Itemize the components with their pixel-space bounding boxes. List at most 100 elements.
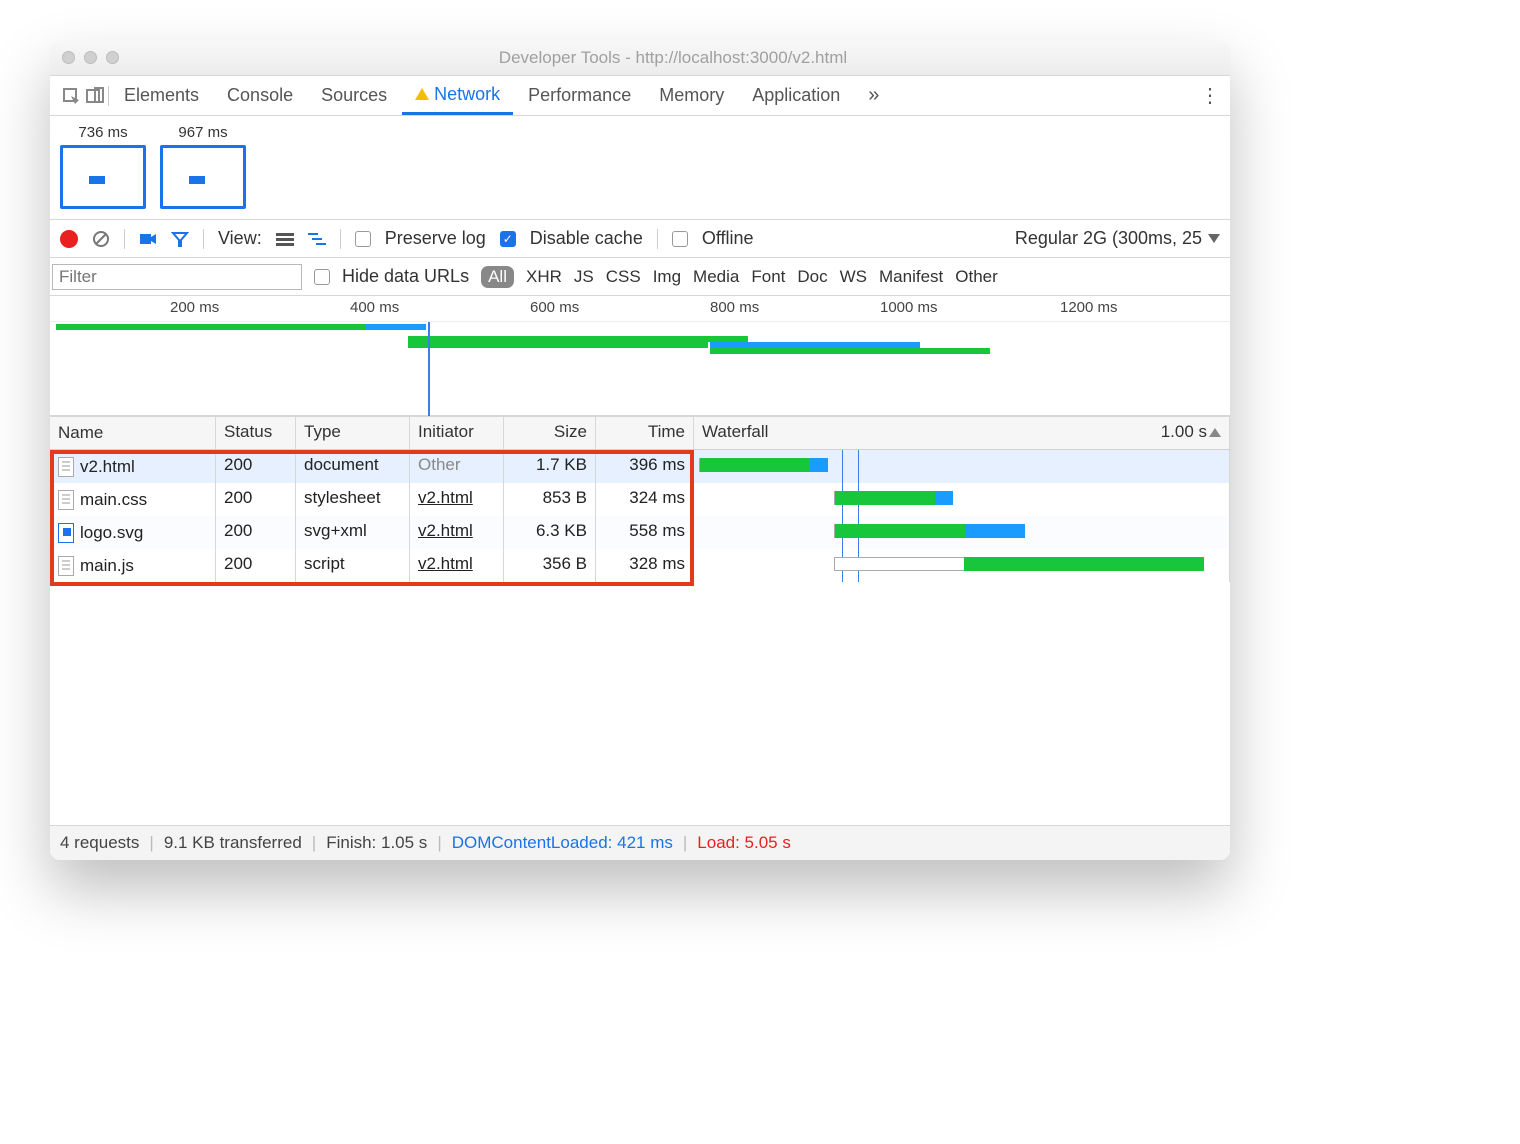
traffic-close[interactable] [62,51,75,64]
devtools-window: Developer Tools - http://localhost:3000/… [50,40,1230,860]
window-title: Developer Tools - http://localhost:3000/… [128,48,1218,68]
col-name[interactable]: Name [50,417,216,449]
col-type[interactable]: Type [296,417,410,449]
filter-bar: Hide data URLs All XHR JS CSS Img Media … [50,258,1230,296]
camera-icon[interactable] [139,230,157,248]
mime-type: script [296,549,410,582]
requests-count: 4 requests [60,833,139,853]
offline-checkbox[interactable] [672,231,688,247]
large-rows-icon[interactable] [276,230,294,248]
status-code: 200 [216,549,296,582]
initiator[interactable]: v2.html [410,483,504,516]
col-waterfall[interactable]: Waterfall 1.00 s [694,417,1230,449]
status-code: 200 [216,450,296,483]
tab-elements[interactable]: Elements [111,76,212,115]
kebab-menu[interactable]: ⋮ [1200,83,1220,108]
titlebar: Developer Tools - http://localhost:3000/… [50,40,1230,76]
chevron-down-icon [1208,234,1220,243]
filter-font[interactable]: Font [751,267,785,287]
filter-doc[interactable]: Doc [797,267,827,287]
traffic-max[interactable] [106,51,119,64]
tab-application[interactable]: Application [739,76,853,115]
throttling-select[interactable]: Regular 2G (300ms, 25 [1015,228,1220,249]
disable-cache-label: Disable cache [530,228,643,249]
tab-sources[interactable]: Sources [308,76,400,115]
finish-time: Finish: 1.05 s [326,833,427,853]
initiator[interactable]: v2.html [410,549,504,582]
filter-xhr[interactable]: XHR [526,267,562,287]
size: 853 B [504,483,596,516]
transferred-size: 9.1 KB transferred [164,833,302,853]
file-icon [58,490,74,510]
waterfall-view-icon[interactable] [308,230,326,248]
view-label: View: [218,228,262,249]
file-icon [58,523,74,543]
network-toolbar: View: Preserve log ✓ Disable cache Offli… [50,220,1230,258]
dcl-time: DOMContentLoaded: 421 ms [452,833,673,853]
col-time[interactable]: Time [596,417,694,449]
status-code: 200 [216,483,296,516]
time: 396 ms [596,450,694,483]
initiator[interactable]: v2.html [410,516,504,549]
tab-network[interactable]: Network [402,76,513,115]
mime-type: svg+xml [296,516,410,549]
panel-tabs: Elements Console Sources Network Perform… [50,76,1230,116]
col-status[interactable]: Status [216,417,296,449]
clear-icon[interactable] [92,230,110,248]
domcontentloaded-marker [428,322,430,416]
filter-ws[interactable]: WS [840,267,867,287]
warning-icon [415,88,429,100]
tab-performance[interactable]: Performance [515,76,644,115]
preserve-log-label: Preserve log [385,228,486,249]
tab-memory[interactable]: Memory [646,76,737,115]
time: 328 ms [596,549,694,582]
filter-img[interactable]: Img [653,267,681,287]
col-size[interactable]: Size [504,417,596,449]
waterfall-cell [694,516,1230,549]
filter-input[interactable] [52,264,302,290]
col-initiator[interactable]: Initiator [410,417,504,449]
waterfall-cell [694,549,1230,582]
waterfall-cell [694,483,1230,516]
file-name: main.css [80,490,147,510]
table-row[interactable]: main.css200stylesheetv2.html853 B324 ms [50,483,1230,516]
status-bar: 4 requests| 9.1 KB transferred| Finish: … [50,826,1230,860]
hide-data-urls-label: Hide data URLs [342,266,469,287]
preserve-log-checkbox[interactable] [355,231,371,247]
timeline-overview[interactable]: 200 ms 400 ms 600 ms 800 ms 1000 ms 1200… [50,296,1230,416]
time: 324 ms [596,483,694,516]
filmstrip-frame[interactable]: 967 ms [160,124,246,209]
table-row[interactable]: logo.svg200svg+xmlv2.html6.3 KB558 ms [50,516,1230,549]
hide-data-urls-checkbox[interactable] [314,269,330,285]
disable-cache-checkbox[interactable]: ✓ [500,231,516,247]
tabs-overflow[interactable]: » [855,76,892,115]
requests-table: v2.html200documentOther1.7 KB396 msmain.… [50,450,1230,826]
filter-icon[interactable] [171,230,189,248]
size: 6.3 KB [504,516,596,549]
filter-css[interactable]: CSS [606,267,641,287]
filter-all[interactable]: All [481,266,514,288]
file-name: main.js [80,556,134,576]
file-name: v2.html [80,457,135,477]
record-button[interactable] [60,230,78,248]
table-row[interactable]: v2.html200documentOther1.7 KB396 ms [50,450,1230,483]
sort-asc-icon [1209,428,1221,437]
traffic-min[interactable] [84,51,97,64]
device-icon[interactable] [84,85,106,107]
file-icon [58,457,74,477]
file-icon [58,556,74,576]
table-row[interactable]: main.js 200scriptv2.html356 B328 ms [50,549,1230,582]
tab-console[interactable]: Console [214,76,306,115]
filmstrip-frame[interactable]: 736 ms [60,124,146,209]
timeline-ticks: 200 ms 400 ms 600 ms 800 ms 1000 ms 1200… [50,296,1230,322]
filter-manifest[interactable]: Manifest [879,267,943,287]
mime-type: document [296,450,410,483]
inspect-icon[interactable] [60,85,82,107]
size: 356 B [504,549,596,582]
offline-label: Offline [702,228,754,249]
filter-media[interactable]: Media [693,267,739,287]
file-name: logo.svg [80,523,143,543]
filter-js[interactable]: JS [574,267,594,287]
load-time: Load: 5.05 s [697,833,791,853]
filter-other[interactable]: Other [955,267,998,287]
